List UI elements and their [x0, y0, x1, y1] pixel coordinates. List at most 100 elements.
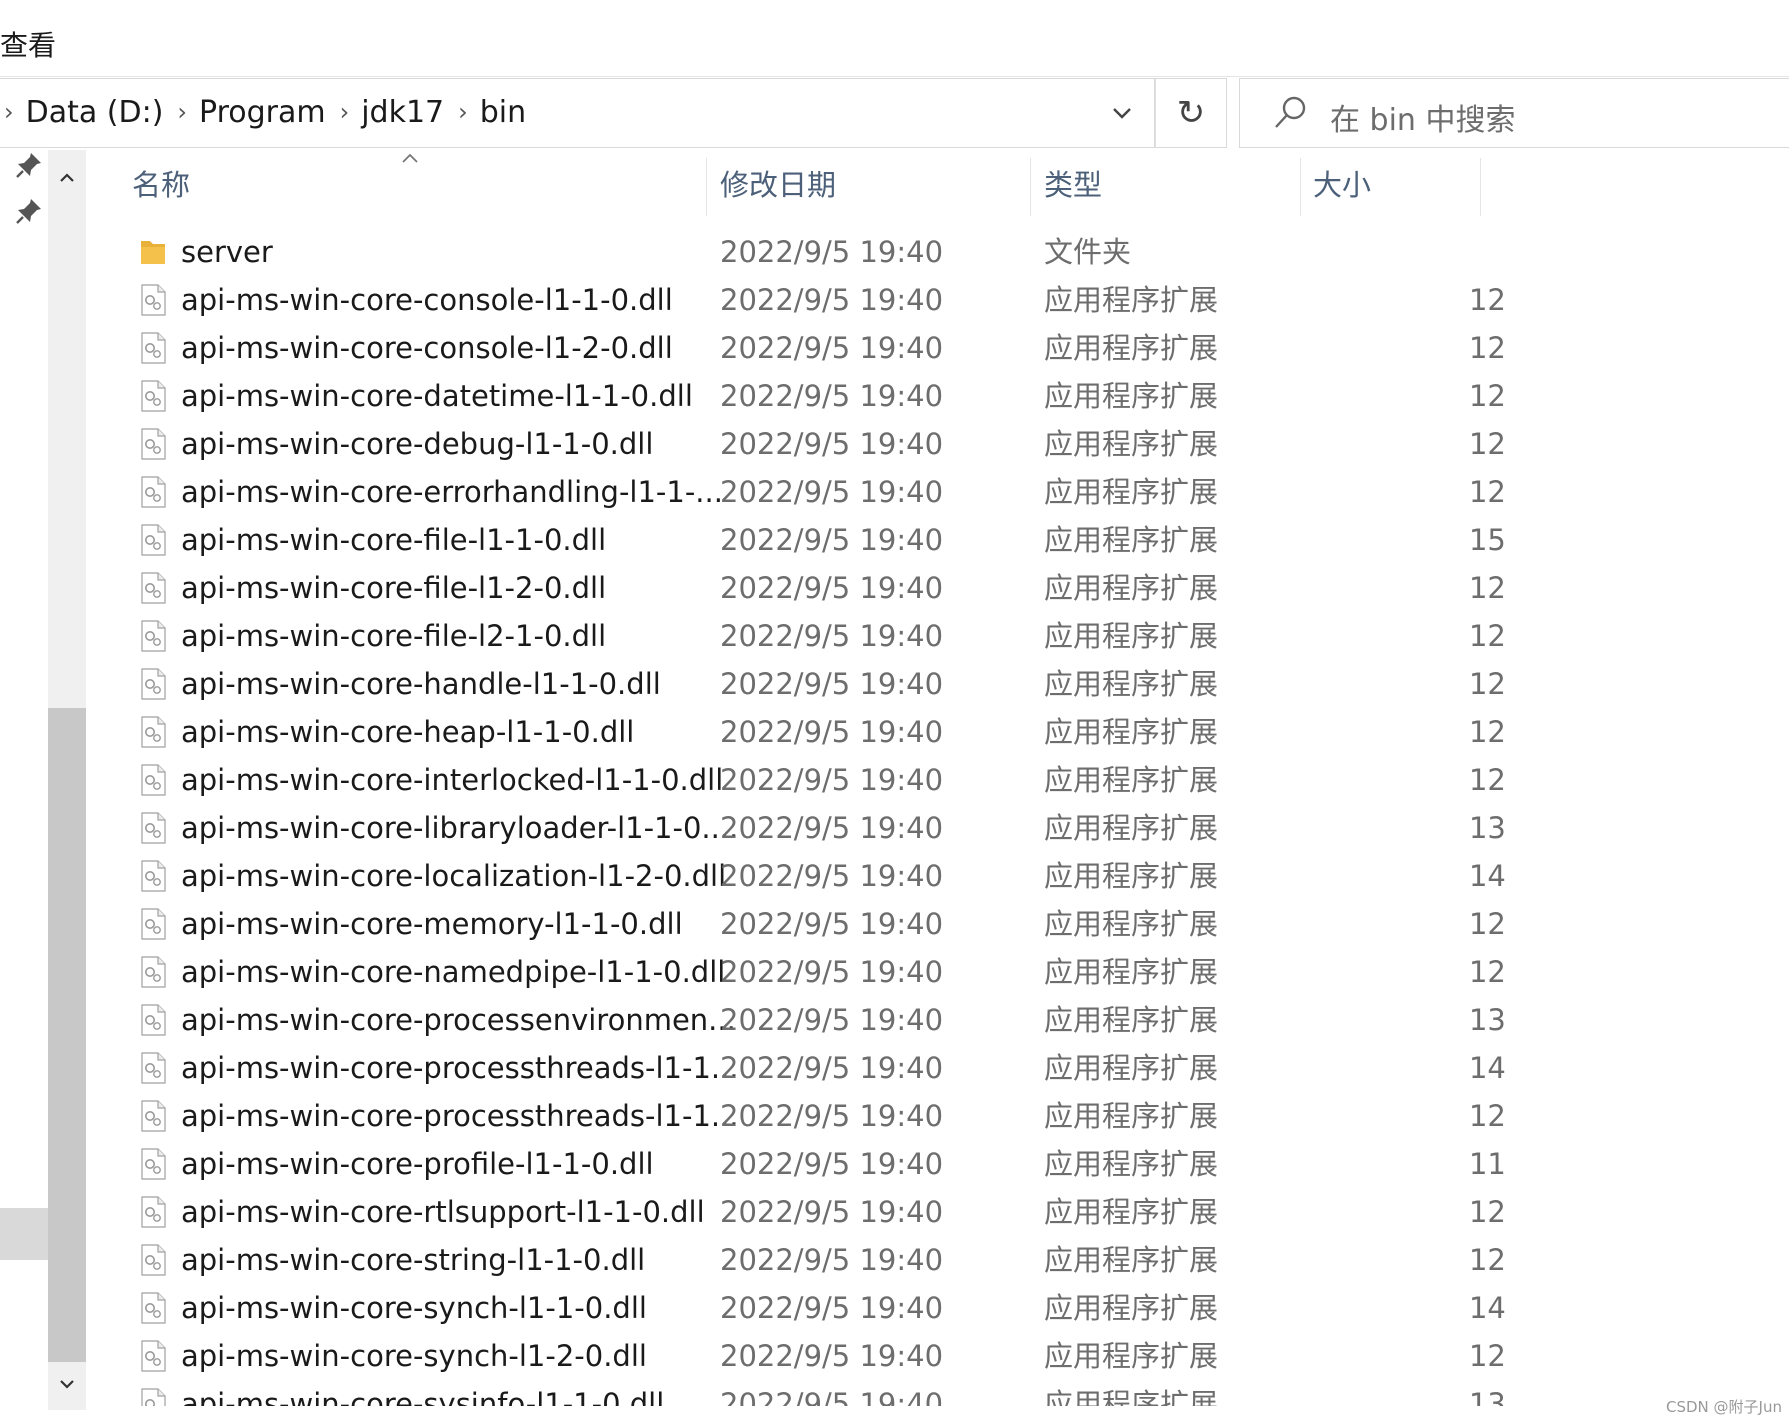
search-placeholder: 在 bin 中搜索 [1330, 103, 1516, 138]
vertical-scrollbar[interactable] [48, 150, 86, 1410]
file-type: 应用程序扩展 [1044, 523, 1219, 557]
chevron-down-icon [1113, 108, 1131, 119]
scroll-up-button[interactable] [48, 158, 86, 198]
file-date: 2022/9/5 19:40 [720, 1387, 944, 1406]
file-type: 应用程序扩展 [1044, 715, 1219, 749]
file-row[interactable]: api-ms-win-core-namedpipe-l1-1-0.dll 2022… [90, 948, 1510, 996]
dll-file-icon [141, 1292, 166, 1324]
file-name: api-ms-win-core-file-l1-2-0.dll [181, 571, 607, 605]
file-row[interactable]: api-ms-win-core-string-l1-1-0.dll 2022/9/… [90, 1236, 1510, 1284]
file-row[interactable]: server 2022/9/5 19:40 文件夹 [90, 228, 1510, 276]
dll-file-icon [141, 1004, 166, 1036]
file-row[interactable]: api-ms-win-core-synch-l1-2-0.dll 2022/9/5… [90, 1332, 1510, 1380]
file-type: 应用程序扩展 [1044, 475, 1219, 509]
search-icon [1275, 96, 1306, 128]
file-size: 14 KB [1468, 1291, 1510, 1325]
file-name: api-ms-win-core-memory-l1-1-0.dll [181, 907, 683, 941]
column-header-type[interactable]: 类型 [1044, 154, 1102, 216]
search-input[interactable]: 在 bin 中搜索 [1239, 78, 1789, 148]
file-row[interactable]: api-ms-win-core-libraryloader-l1-1-0....… [90, 804, 1510, 852]
pin-icon[interactable] [14, 196, 44, 226]
file-row[interactable]: api-ms-win-core-console-l1-2-0.dll 2022/9… [90, 324, 1510, 372]
address-bar[interactable]: › Data (D:) › Program › jdk17 › bin [0, 78, 1155, 148]
file-type: 应用程序扩展 [1044, 907, 1219, 941]
file-date: 2022/9/5 19:40 [720, 1147, 944, 1181]
file-size: 13 KB [1468, 1003, 1510, 1037]
dll-file-icon [141, 764, 166, 796]
chevron-right-icon[interactable]: › [0, 98, 26, 126]
file-row[interactable]: api-ms-win-core-file-l1-2-0.dll 2022/9/5 … [90, 564, 1510, 612]
file-date: 2022/9/5 19:40 [720, 331, 944, 365]
chevron-right-icon[interactable]: › [326, 98, 362, 126]
chevron-right-icon[interactable]: › [163, 98, 199, 126]
column-divider[interactable] [1480, 158, 1481, 216]
file-row[interactable]: api-ms-win-core-heap-l1-1-0.dll 2022/9/5 … [90, 708, 1510, 756]
column-divider[interactable] [1300, 158, 1301, 216]
file-row[interactable]: api-ms-win-core-file-l1-1-0.dll 2022/9/5 … [90, 516, 1510, 564]
breadcrumb-item-drive[interactable]: Data (D:) [26, 95, 164, 130]
file-row[interactable]: api-ms-win-core-errorhandling-l1-1-... 20… [90, 468, 1510, 516]
dll-file-icon [141, 668, 166, 700]
file-name: api-ms-win-core-string-l1-1-0.dll [181, 1243, 646, 1277]
file-row[interactable]: api-ms-win-core-synch-l1-1-0.dll 2022/9/5… [90, 1284, 1510, 1332]
file-row[interactable]: api-ms-win-core-console-l1-1-0.dll 2022/9… [90, 276, 1510, 324]
file-size: 12 KB [1468, 331, 1510, 365]
file-row[interactable]: api-ms-win-core-rtlsupport-l1-1-0.dll 202… [90, 1188, 1510, 1236]
file-row[interactable]: api-ms-win-core-interlocked-l1-1-0.dll 20… [90, 756, 1510, 804]
file-row[interactable]: api-ms-win-core-profile-l1-1-0.dll 2022/9… [90, 1140, 1510, 1188]
file-row[interactable]: api-ms-win-core-processenvironmen... 2022… [90, 996, 1510, 1044]
breadcrumb-item-program[interactable]: Program [199, 95, 326, 130]
file-row[interactable]: api-ms-win-core-processthreads-l1-1... 20… [90, 1044, 1510, 1092]
column-divider[interactable] [1030, 158, 1031, 216]
dll-file-icon [141, 908, 166, 940]
breadcrumb-item-jdk17[interactable]: jdk17 [361, 95, 444, 130]
address-history-dropdown[interactable] [1100, 89, 1144, 137]
file-row[interactable]: api-ms-win-core-datetime-l1-1-0.dll 2022/… [90, 372, 1510, 420]
file-date: 2022/9/5 19:40 [720, 235, 944, 269]
dll-file-icon [141, 284, 166, 316]
column-header-size[interactable]: 大小 [1313, 154, 1371, 216]
file-size: 12 KB [1468, 571, 1510, 605]
refresh-icon: ↻ [1176, 93, 1206, 133]
breadcrumb-item-bin[interactable]: bin [480, 95, 526, 130]
file-row[interactable]: api-ms-win-core-sysinfo-l1-1-0.dll 2022/9… [90, 1380, 1510, 1406]
file-name: api-ms-win-core-processenvironmen... [181, 1003, 736, 1037]
scroll-down-button[interactable] [48, 1364, 86, 1404]
file-name: api-ms-win-core-interlocked-l1-1-0.dll [181, 763, 724, 797]
dll-file-icon [141, 428, 166, 460]
column-divider[interactable] [706, 158, 707, 216]
pin-icon[interactable] [14, 150, 44, 180]
file-type: 应用程序扩展 [1044, 667, 1219, 701]
file-size: 14 KB [1468, 859, 1510, 893]
dll-file-icon [141, 524, 166, 556]
dll-file-icon [141, 812, 166, 844]
column-header-date[interactable]: 修改日期 [720, 154, 836, 216]
column-header-name[interactable]: 名称 [132, 154, 190, 216]
nav-selected-item[interactable] [0, 1208, 48, 1260]
file-type: 应用程序扩展 [1044, 283, 1219, 317]
file-type: 应用程序扩展 [1044, 1243, 1219, 1277]
file-size: 12 KB [1468, 763, 1510, 797]
ribbon-view-tab[interactable]: 查看 [0, 24, 56, 64]
file-date: 2022/9/5 19:40 [720, 907, 944, 941]
file-name: api-ms-win-core-profile-l1-1-0.dll [181, 1147, 654, 1181]
dll-file-icon [141, 476, 166, 508]
file-size: 12 KB [1468, 283, 1510, 317]
scrollbar-thumb[interactable] [48, 708, 86, 1362]
file-date: 2022/9/5 19:40 [720, 571, 944, 605]
file-row[interactable]: api-ms-win-core-processthreads-l1-1... 20… [90, 1092, 1510, 1140]
file-row[interactable]: api-ms-win-core-file-l2-1-0.dll 2022/9/5 … [90, 612, 1510, 660]
file-size: 12 KB [1468, 907, 1510, 941]
file-size: 12 KB [1468, 1339, 1510, 1373]
file-row[interactable]: api-ms-win-core-debug-l1-1-0.dll 2022/9/5… [90, 420, 1510, 468]
file-name: api-ms-win-core-console-l1-1-0.dll [181, 283, 673, 317]
file-row[interactable]: api-ms-win-core-localization-l1-2-0.dll 2… [90, 852, 1510, 900]
file-type: 应用程序扩展 [1044, 1099, 1219, 1133]
file-row[interactable]: api-ms-win-core-handle-l1-1-0.dll 2022/9/… [90, 660, 1510, 708]
file-size: 12 KB [1468, 427, 1510, 461]
file-size: 13 KB [1468, 1387, 1510, 1406]
file-row[interactable]: api-ms-win-core-memory-l1-1-0.dll 2022/9/… [90, 900, 1510, 948]
refresh-button[interactable]: ↻ [1155, 78, 1227, 148]
file-name: api-ms-win-core-processthreads-l1-1... [181, 1099, 739, 1133]
chevron-right-icon[interactable]: › [444, 98, 480, 126]
